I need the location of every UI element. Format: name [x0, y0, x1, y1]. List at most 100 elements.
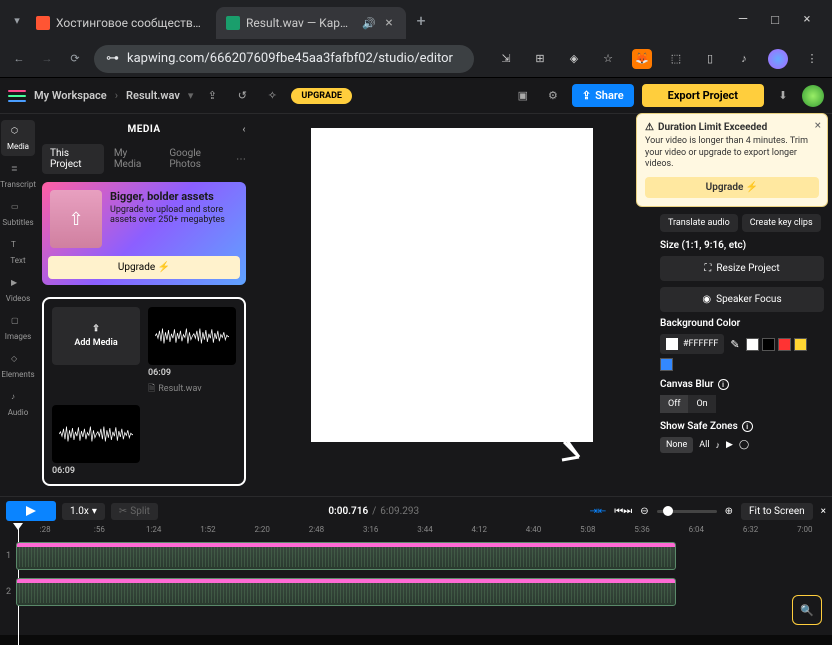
extensions-icon[interactable]: ⬚: [666, 49, 686, 69]
window-controls: — □ ×: [736, 12, 824, 28]
zoom-out-icon[interactable]: ⊖: [640, 506, 648, 517]
search-fab[interactable]: 🔍: [792, 595, 822, 625]
reload-button[interactable]: ⟳: [66, 50, 84, 68]
lens-icon[interactable]: ◈: [564, 49, 584, 69]
music-icon[interactable]: ♪: [734, 49, 754, 69]
swatch-red[interactable]: [778, 338, 791, 351]
close-button[interactable]: ×: [800, 12, 814, 28]
timeline-ruler[interactable]: :28:561:241:522:202:483:163:444:124:405:…: [0, 525, 832, 541]
breadcrumb-file[interactable]: Result.wav: [126, 89, 180, 102]
videos-icon: ▶: [11, 278, 25, 292]
speaker-focus-button[interactable]: ◉Speaker Focus: [660, 287, 824, 312]
side-panel-icon[interactable]: ▯: [700, 49, 720, 69]
star-icon[interactable]: ☆: [598, 49, 618, 69]
profile-avatar[interactable]: [768, 49, 788, 69]
translate-icon[interactable]: ⊞: [530, 49, 550, 69]
rail-item-elements[interactable]: ◇Elements: [1, 348, 35, 384]
add-media-button[interactable]: ⇪ Add Media: [52, 307, 140, 365]
create-key-clips-button[interactable]: Create key clips: [742, 214, 821, 232]
kebab-menu-icon[interactable]: ⋮: [802, 49, 822, 69]
rail-item-images[interactable]: ▢Images: [1, 310, 35, 346]
swatch-white[interactable]: [746, 338, 759, 351]
site-security-icon[interactable]: ⊶: [106, 51, 119, 66]
audio-clip[interactable]: [16, 578, 676, 606]
metamask-icon[interactable]: 🦊: [632, 49, 652, 69]
swatch-yellow[interactable]: [794, 338, 807, 351]
fit-to-screen-button[interactable]: Fit to Screen: [741, 503, 813, 520]
rail-item-audio[interactable]: ♪Audio: [1, 386, 35, 422]
rail-item-videos[interactable]: ▶Videos: [1, 272, 35, 308]
youtube-icon[interactable]: ▶: [726, 440, 733, 450]
settings-icon[interactable]: ⚙: [542, 85, 564, 107]
eyedropper-icon[interactable]: ✎: [730, 338, 739, 351]
user-avatar[interactable]: [802, 85, 824, 107]
minimize-button[interactable]: —: [736, 12, 750, 28]
subtab-google-photos[interactable]: Google Photos: [161, 144, 234, 174]
url-text: kapwing.com/666207609fbe45aa3fafbf02/stu…: [127, 51, 453, 66]
scissors-icon: ✂: [119, 506, 127, 517]
tiktok-icon[interactable]: ♪: [716, 440, 721, 451]
subtab-my-media[interactable]: My Media: [106, 144, 160, 174]
breadcrumb-workspace[interactable]: My Workspace: [34, 89, 107, 102]
skip-controls-icon[interactable]: ⏮⏭: [614, 506, 632, 517]
rail-item-text[interactable]: TText: [1, 234, 35, 270]
close-icon[interactable]: ×: [815, 118, 821, 132]
blur-label: Canvas Bluri: [660, 379, 824, 390]
collapse-panel-icon[interactable]: ‹: [242, 124, 246, 135]
close-timeline-icon[interactable]: ×: [821, 506, 826, 517]
rail-item-media[interactable]: ⬡Media: [1, 120, 35, 156]
forward-button[interactable]: →: [38, 50, 56, 68]
tab-dropdown-icon[interactable]: ▾: [8, 11, 26, 29]
rail-item-transcript[interactable]: ≣Transcript: [1, 158, 35, 194]
rail-item-subtitles[interactable]: ▭Subtitles: [1, 196, 35, 232]
translate-audio-button[interactable]: Translate audio: [660, 214, 738, 232]
tab-speaker-icon[interactable]: 🔊: [362, 17, 376, 30]
close-icon[interactable]: ×: [382, 16, 396, 30]
info-icon[interactable]: i: [718, 379, 729, 390]
browser-tab-active[interactable]: Result.wav — Kapwing 🔊 ×: [216, 7, 406, 39]
share-button[interactable]: ⇪Share: [572, 84, 634, 107]
speed-select[interactable]: 1.0x▾: [62, 503, 105, 520]
subtab-this-project[interactable]: This Project: [42, 144, 104, 174]
snap-icon[interactable]: ⇥⇤: [589, 506, 606, 517]
chevron-down-icon[interactable]: ▾: [188, 89, 194, 102]
browser-tab[interactable]: Хостинговое сообщество «Tim: [26, 7, 216, 39]
main-menu-button[interactable]: [8, 90, 26, 102]
export-button[interactable]: Export Project: [642, 84, 764, 107]
video-canvas[interactable]: [311, 128, 593, 442]
upgrade-pill[interactable]: UPGRADE: [291, 88, 352, 104]
history-icon[interactable]: ↺: [231, 85, 253, 107]
resize-project-button[interactable]: ⛶Resize Project: [660, 256, 824, 281]
media-thumbnail[interactable]: [148, 307, 236, 365]
promo-upgrade-button[interactable]: Upgrade ⚡: [48, 256, 240, 279]
audio-clip[interactable]: [16, 542, 676, 570]
instagram-icon[interactable]: ◯: [739, 440, 749, 450]
total-duration: 6:09.293: [380, 506, 419, 517]
safe-none[interactable]: None: [660, 437, 693, 453]
maximize-button[interactable]: □: [768, 12, 782, 28]
more-icon[interactable]: ⋯: [236, 154, 246, 165]
blur-toggle[interactable]: OffOn: [660, 395, 824, 413]
zoom-slider[interactable]: [657, 510, 717, 513]
toast-body: Your video is longer than 4 minutes. Tri…: [645, 136, 819, 171]
swatch-blue[interactable]: [660, 358, 673, 371]
toast-upgrade-button[interactable]: Upgrade ⚡: [645, 177, 819, 198]
info-icon[interactable]: i: [742, 421, 753, 432]
hex-color-input[interactable]: #FFFFFF: [660, 334, 724, 354]
split-button[interactable]: ✂Split: [111, 503, 158, 520]
new-tab-button[interactable]: +: [412, 11, 430, 29]
magic-icon[interactable]: ✧: [261, 85, 283, 107]
assets-icon[interactable]: ▣: [512, 85, 534, 107]
swatch-black[interactable]: [762, 338, 775, 351]
media-thumbnail[interactable]: [52, 405, 140, 463]
warning-icon: ⚠: [645, 122, 654, 133]
install-app-icon[interactable]: ⇲: [496, 49, 516, 69]
play-button[interactable]: [6, 501, 56, 521]
share-export-icon[interactable]: ⇪: [201, 85, 223, 107]
back-button[interactable]: ←: [10, 50, 28, 68]
track-number: 2: [6, 587, 14, 597]
download-icon[interactable]: ⬇: [772, 85, 794, 107]
safe-all[interactable]: All: [699, 440, 709, 450]
url-input[interactable]: ⊶ kapwing.com/666207609fbe45aa3fafbf02/s…: [94, 45, 474, 73]
zoom-in-icon[interactable]: ⊕: [725, 506, 733, 517]
